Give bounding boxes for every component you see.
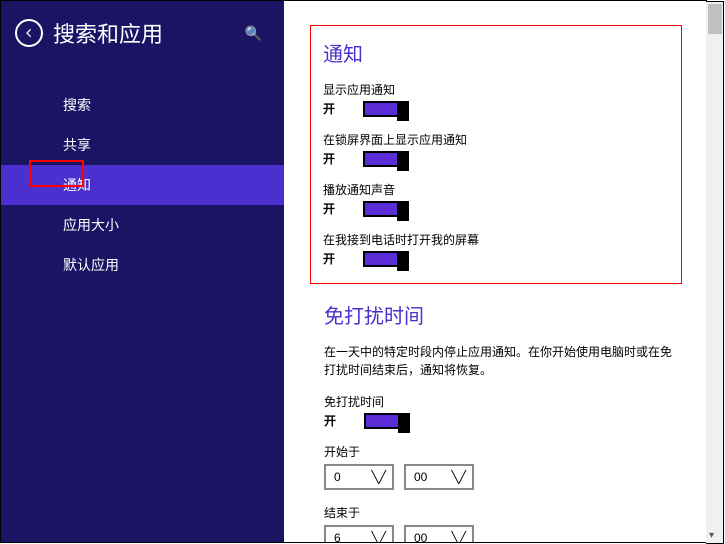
toggle-row: 开 [323,200,521,217]
setting-label: 免打扰时间 [324,393,682,410]
select-value: 6 [334,531,341,542]
end-minute-select[interactable]: 00 ╲╱ [404,525,474,542]
setting-label: 在我接到电话时打开我的屏幕 [323,231,521,248]
setting-label: 显示应用通知 [323,81,521,98]
vertical-scrollbar[interactable]: ▾ [706,1,724,544]
start-minute-select[interactable]: 00 ╲╱ [404,464,474,490]
toggle-switch[interactable] [363,251,409,267]
setting-label: 播放通知声音 [323,181,521,198]
setting-label: 在锁屏界面上显示应用通知 [323,131,521,148]
toggle-switch[interactable] [364,413,410,429]
toggle-state: 开 [324,412,338,429]
start-hour-select[interactable]: 0 ╲╱ [324,464,394,490]
time-selects: 0 ╲╱ 00 ╲╱ [324,464,682,490]
toggle-row: 开 [324,412,682,429]
quiet-hours-description: 在一天中的特定时段内停止应用通知。在你开始使用电脑时或在免打扰时间结束后，通知将… [324,343,682,379]
sidebar-header: 搜索和应用 🔍 [1,1,284,65]
select-value: 0 [334,470,341,484]
sidebar-title: 搜索和应用 [53,17,245,49]
sidebar-item-default-apps[interactable]: 默认应用 [1,245,284,285]
scrollbar-thumb[interactable] [708,4,722,34]
section-heading-notifications: 通知 [323,38,521,67]
toggle-state: 开 [323,250,337,267]
select-value: 00 [414,470,427,484]
toggle-switch[interactable] [363,101,409,117]
toggle-row: 开 [323,250,521,267]
sidebar-item-notifications[interactable]: 通知 [1,165,284,205]
setting-quiet-hours-toggle: 免打扰时间 开 [324,393,682,429]
chevron-down-icon: ╲╱ [452,470,466,484]
sidebar-item-label: 搜索 [63,97,91,113]
setting-lockscreen-notifications: 在锁屏界面上显示应用通知 开 [323,131,521,167]
sidebar-item-search[interactable]: 搜索 [1,85,284,125]
toggle-state: 开 [323,150,337,167]
toggle-knob [397,101,409,121]
section-heading-quiet-hours: 免打扰时间 [324,300,682,329]
toggle-switch[interactable] [363,151,409,167]
sidebar-item-label: 应用大小 [63,217,119,233]
sidebar-item-share[interactable]: 共享 [1,125,284,165]
search-icon[interactable]: 🔍 [245,25,270,42]
toggle-knob [397,251,409,271]
back-button[interactable] [15,19,43,47]
sidebar-item-app-size[interactable]: 应用大小 [1,205,284,245]
toggle-row: 开 [323,150,521,167]
sidebar-nav: 搜索 共享 通知 应用大小 默认应用 [1,85,284,285]
quiet-hours-start: 开始于 0 ╲╱ 00 ╲╱ [324,443,682,490]
highlight-box-notifications: 通知 显示应用通知 开 在锁屏界面上显示应用通知 开 播放通知声音 开 [310,25,682,284]
toggle-knob [397,151,409,171]
field-label: 结束于 [324,504,682,521]
toggle-state: 开 [323,100,337,117]
select-value: 00 [414,531,427,542]
quiet-hours-end: 结束于 6 ╲╱ 00 ╲╱ [324,504,682,542]
chevron-down-icon[interactable]: ▾ [709,530,714,541]
chevron-down-icon: ╲╱ [372,531,386,542]
setting-show-app-notifications: 显示应用通知 开 [323,81,521,117]
toggle-state: 开 [323,200,337,217]
content-pane: 通知 显示应用通知 开 在锁屏界面上显示应用通知 开 播放通知声音 开 [284,1,706,542]
settings-window: 搜索和应用 🔍 搜索 共享 通知 应用大小 默认应用 通知 显示应用通知 开 在… [0,0,707,543]
sidebar-item-label: 默认应用 [63,257,119,273]
arrow-left-icon [22,26,36,40]
setting-notification-sound: 播放通知声音 开 [323,181,521,217]
time-selects: 6 ╲╱ 00 ╲╱ [324,525,682,542]
field-label: 开始于 [324,443,682,460]
setting-screen-on-call: 在我接到电话时打开我的屏幕 开 [323,231,521,267]
toggle-switch[interactable] [363,201,409,217]
end-hour-select[interactable]: 6 ╲╱ [324,525,394,542]
chevron-down-icon: ╲╱ [372,470,386,484]
sidebar-item-label: 共享 [63,137,91,153]
toggle-row: 开 [323,100,521,117]
chevron-down-icon: ╲╱ [452,531,466,542]
sidebar: 搜索和应用 🔍 搜索 共享 通知 应用大小 默认应用 [1,1,284,542]
toggle-knob [397,201,409,221]
toggle-knob [398,413,410,433]
sidebar-item-label: 通知 [63,177,91,193]
